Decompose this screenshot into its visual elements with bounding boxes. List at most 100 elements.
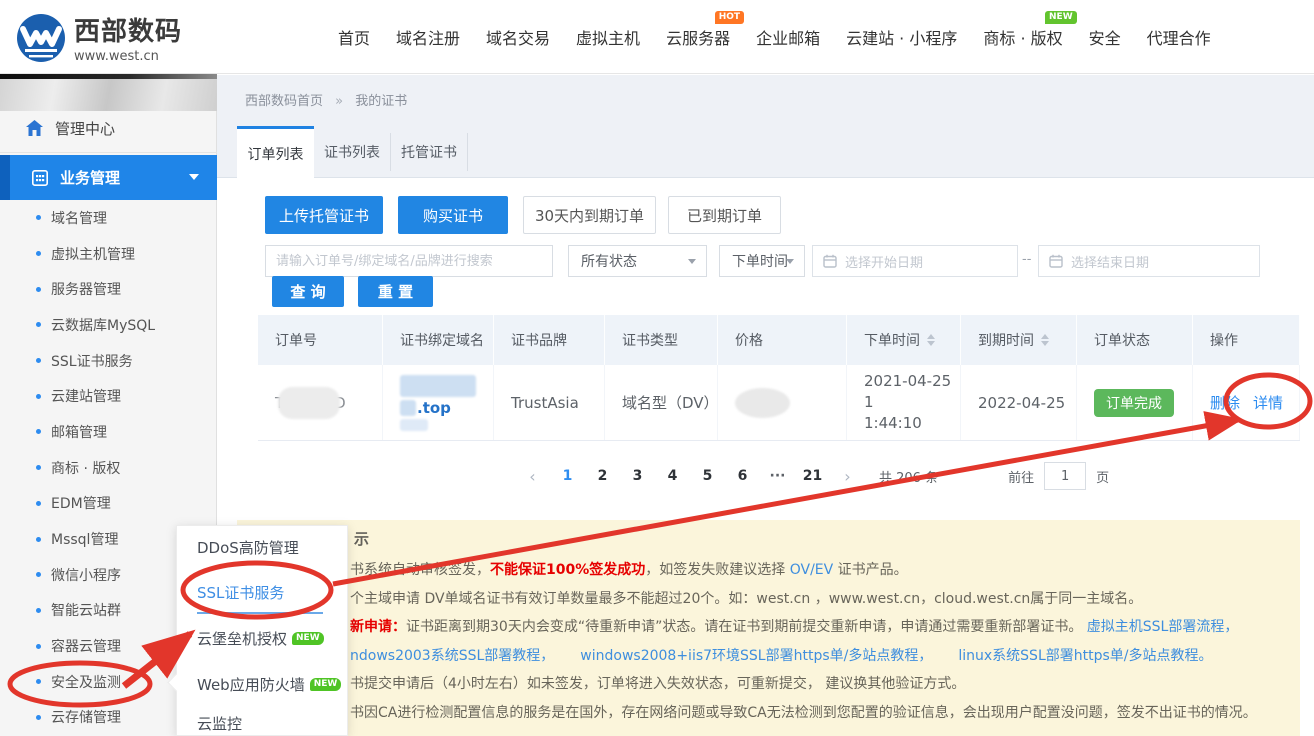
col-order-number: 订单号 [258, 315, 383, 365]
nav-item-enterprise-mail[interactable]: 企业邮箱 [756, 25, 820, 49]
linux-ssl-link[interactable]: linux系统SSL部署https单/多站点教程。 [958, 648, 1212, 664]
divider [0, 152, 217, 153]
table-header-row: 订单号 证书绑定域名 证书品牌 证书类型 价格 下单时间 到期时间 订单状态 操… [258, 315, 1300, 365]
pagination-page-6[interactable]: 6 [725, 468, 760, 484]
flyout-item-cloud-monitor[interactable]: 云监控 [197, 708, 242, 736]
cell-price [718, 365, 847, 440]
grid-icon [32, 170, 48, 186]
vhost-ssl-deploy-link[interactable]: 虚拟主机SSL部署流程， [1087, 619, 1239, 635]
security-flyout-menu: DDoS高防管理 SSL证书服务 云堡垒机授权NEW Web应用防火墙NEW 云… [176, 525, 348, 736]
bullet-icon [36, 608, 41, 613]
redacted-blur [400, 400, 416, 416]
bullet-icon [36, 715, 41, 720]
upload-hosted-cert-button[interactable]: 上传托管证书 [265, 196, 383, 234]
cell-order-number: T D [258, 365, 383, 440]
sidebar-item-edm[interactable]: EDM管理 [0, 486, 217, 522]
col-cert-type: 证书类型 [605, 315, 718, 365]
tab-order-list[interactable]: 订单列表 [237, 126, 314, 179]
flyout-item-ddos[interactable]: DDoS高防管理 [197, 532, 299, 562]
nav-item-domain-trade[interactable]: 域名交易 [486, 25, 550, 49]
sidebar-item-mailbox[interactable]: 邮箱管理 [0, 414, 217, 450]
cell-cert-brand: TrustAsia [494, 365, 605, 440]
flyout-item-waf[interactable]: Web应用防火墙NEW [197, 669, 341, 699]
nav-item-sitebuilder-miniprogram[interactable]: 云建站 · 小程序 [846, 25, 957, 49]
bullet-icon [36, 215, 41, 220]
pagination-prev[interactable]: ‹ [515, 467, 550, 486]
windows2008-iis7-ssl-link[interactable]: windows2008+iis7环境SSL部署https单/多站点教程， [580, 648, 932, 664]
new-badge: NEW [292, 632, 324, 645]
domain-link[interactable]: .top [417, 399, 451, 417]
nav-item-home[interactable]: 首页 [338, 25, 370, 49]
bullet-icon [36, 537, 41, 542]
flyout-item-bastion[interactable]: 云堡垒机授权NEW [197, 623, 324, 653]
order-time-select[interactable]: 下单时间 [719, 245, 805, 277]
redacted-blur [278, 387, 340, 419]
nav-item-trademark-copyright[interactable]: 商标 · 版权NEW [983, 25, 1062, 49]
pagination-goto-input[interactable] [1044, 462, 1086, 490]
expired-orders-button[interactable]: 已到期订单 [668, 196, 781, 234]
breadcrumb: 西部数码首页 » 我的证书 [245, 90, 407, 109]
redacted-blur [735, 388, 790, 418]
sidebar-item-sitebuilder[interactable]: 云建站管理 [0, 378, 217, 414]
nav-item-agent[interactable]: 代理合作 [1147, 25, 1211, 49]
logo-url: www.west.cn [74, 49, 182, 64]
sidebar-item-management-center[interactable]: 管理中心 [0, 106, 217, 150]
notice-line: 书系统自动审核签发，不能保证100%签发成功，如签发失败建议选择 OV/EV 证… [350, 556, 1295, 585]
bullet-icon [36, 429, 41, 434]
status-badge: 订单完成 [1094, 389, 1174, 417]
sidebar-item-mysql[interactable]: 云数据库MySQL [0, 307, 217, 343]
end-date-input[interactable]: 选择结束日期 [1038, 245, 1260, 277]
pagination-next[interactable]: › [830, 467, 865, 486]
tab-cert-list[interactable]: 证书列表 [314, 133, 391, 171]
notice-lines: 书系统自动审核签发，不能保证100%签发成功，如签发失败建议选择 OV/EV 证… [350, 556, 1295, 728]
start-date-input[interactable]: 选择开始日期 [812, 245, 1018, 277]
breadcrumb-home-link[interactable]: 西部数码首页 [245, 94, 323, 109]
nav-item-virtual-host[interactable]: 虚拟主机 [576, 25, 640, 49]
expiring-30d-orders-button[interactable]: 30天内到期订单 [523, 196, 656, 234]
pagination-page-2[interactable]: 2 [585, 468, 620, 484]
col-actions: 操作 [1193, 315, 1300, 365]
breadcrumb-separator: » [335, 94, 343, 109]
sidebar-item-virtual-host[interactable]: 虚拟主机管理 [0, 236, 217, 272]
new-badge: NEW [310, 678, 342, 691]
pagination-ellipsis: ··· [760, 468, 795, 484]
pagination-page-label: 页 [1096, 467, 1109, 486]
ov-ev-link[interactable]: OV/EV [790, 562, 834, 578]
pagination-page-3[interactable]: 3 [620, 468, 655, 484]
sidebar-item-trademark[interactable]: 商标 · 版权 [0, 450, 217, 486]
cell-order-time: 2021-04-25 11:44:10 [847, 365, 961, 440]
search-input[interactable] [265, 245, 553, 277]
pagination-page-21[interactable]: 21 [795, 468, 830, 484]
nav-item-cloud-server[interactable]: 云服务器HOT [666, 25, 730, 49]
delete-link[interactable]: 删除 [1210, 392, 1240, 413]
reset-button[interactable]: 重 置 [358, 276, 433, 307]
bullet-icon [36, 465, 41, 470]
detail-link[interactable]: 详情 [1253, 392, 1283, 413]
sort-icon[interactable] [927, 334, 935, 346]
nav-item-security[interactable]: 安全 [1089, 25, 1121, 49]
flyout-item-ssl-service[interactable]: SSL证书服务 [197, 577, 284, 607]
caret-down-icon [189, 174, 199, 180]
calendar-icon [823, 254, 837, 268]
sidebar-section-business[interactable]: 业务管理 [0, 155, 217, 200]
sidebar-home-label: 管理中心 [55, 118, 115, 139]
status-select[interactable]: 所有状态 [568, 245, 707, 277]
pagination-page-4[interactable]: 4 [655, 468, 690, 484]
windows2003-ssl-link[interactable]: ndows2003系统SSL部署教程， [350, 648, 554, 664]
sidebar-item-domain[interactable]: 域名管理 [0, 200, 217, 236]
cell-order-status: 订单完成 [1077, 365, 1193, 440]
pagination-page-5[interactable]: 5 [690, 468, 725, 484]
logo[interactable]: 西部数码 www.west.cn [16, 11, 182, 64]
buy-cert-button[interactable]: 购买证书 [398, 196, 508, 234]
sidebar-item-ssl[interactable]: SSL证书服务 [0, 343, 217, 379]
sort-icon[interactable] [1041, 334, 1049, 346]
bullet-icon [36, 322, 41, 327]
nav-item-domain-register[interactable]: 域名注册 [396, 25, 460, 49]
pagination-page-1[interactable]: 1 [550, 468, 585, 484]
tab-hosted-cert[interactable]: 托管证书 [391, 133, 468, 171]
table-row: T D .top TrustAsia 域名型（DV） 2 [258, 365, 1300, 441]
header: 西部数码 www.west.cn 首页 域名注册 域名交易 虚拟主机 云服务器H… [0, 0, 1314, 74]
query-button[interactable]: 查 询 [272, 276, 344, 307]
sidebar-item-server[interactable]: 服务器管理 [0, 271, 217, 307]
breadcrumb-current: 我的证书 [355, 94, 407, 109]
